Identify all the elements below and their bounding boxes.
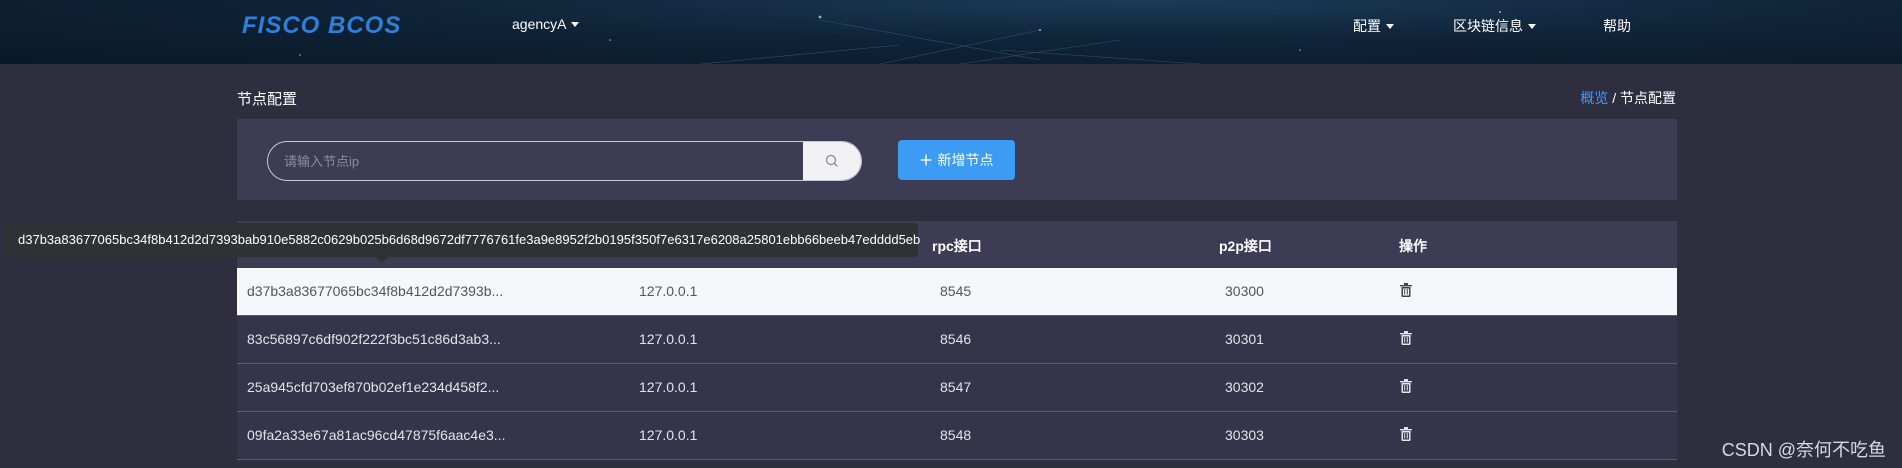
rpc-cell: 8548 <box>940 427 972 443</box>
caret-down-icon <box>1386 23 1394 29</box>
trash-icon[interactable] <box>1400 331 1412 345</box>
node-id-tooltip: d37b3a83677065bc34f8b412d2d7393bab910e58… <box>4 223 920 257</box>
caret-down-icon <box>571 21 580 27</box>
search-button[interactable] <box>803 142 861 180</box>
agency-label: agencyA <box>512 16 567 32</box>
top-navbar: FISCO BCOS agencyA 配置 区块链信息 帮助 <box>0 0 1902 64</box>
search-box <box>267 141 862 181</box>
add-node-button[interactable]: 新增节点 <box>898 140 1015 180</box>
search-input[interactable] <box>268 142 803 180</box>
trash-icon[interactable] <box>1400 283 1412 297</box>
node-id-cell[interactable]: 09fa2a33e67a81ac96cd47875f6aac4e3... <box>247 427 505 443</box>
table-row[interactable]: 83c56897c6df902f222f3bc51c86d3ab3... 127… <box>237 316 1677 364</box>
column-header-p2p: p2p接口 <box>1219 238 1272 254</box>
table-row[interactable]: 25a945cfd703ef870b02ef1e234d458f2... 127… <box>237 364 1677 412</box>
rpc-cell: 8545 <box>940 283 972 299</box>
chain-info-menu[interactable]: 区块链信息 <box>1453 16 1536 36</box>
ip-cell: 127.0.0.1 <box>639 427 698 443</box>
breadcrumb-separator: / <box>1612 90 1617 106</box>
p2p-cell: 30302 <box>1225 379 1264 395</box>
p2p-cell: 30300 <box>1225 283 1264 299</box>
config-menu[interactable]: 配置 <box>1353 16 1394 36</box>
breadcrumb: 概览 / 节点配置 <box>1580 88 1676 108</box>
ip-cell: 127.0.0.1 <box>639 379 698 395</box>
table-row[interactable]: d37b3a83677065bc34f8b412d2d7393b... 127.… <box>237 268 1677 316</box>
node-id-cell[interactable]: d37b3a83677065bc34f8b412d2d7393b... <box>247 283 503 299</box>
p2p-cell: 30301 <box>1225 331 1264 347</box>
search-icon <box>825 154 838 167</box>
help-menu-label: 帮助 <box>1603 18 1631 34</box>
caret-down-icon <box>1528 23 1536 29</box>
column-header-rpc: rpc接口 <box>932 238 982 254</box>
column-header-actions: 操作 <box>1399 238 1427 254</box>
help-menu[interactable]: 帮助 <box>1603 16 1631 36</box>
page-title: 节点配置 <box>237 91 298 108</box>
logo[interactable]: FISCO BCOS <box>242 12 401 40</box>
breadcrumb-overview-link[interactable]: 概览 <box>1580 90 1608 106</box>
chain-info-menu-label: 区块链信息 <box>1453 18 1523 34</box>
node-id-cell[interactable]: 83c56897c6df902f222f3bc51c86d3ab3... <box>247 331 501 347</box>
add-node-label: 新增节点 <box>937 152 994 168</box>
plus-icon <box>920 154 931 166</box>
p2p-cell: 30303 <box>1225 427 1264 443</box>
agency-dropdown[interactable]: agencyA <box>512 16 580 32</box>
rpc-cell: 8547 <box>940 379 972 395</box>
config-menu-label: 配置 <box>1353 18 1381 34</box>
table-row[interactable]: 09fa2a33e67a81ac96cd47875f6aac4e3... 127… <box>237 412 1677 460</box>
ip-cell: 127.0.0.1 <box>639 283 698 299</box>
watermark: CSDN @奈何不吃鱼 <box>1721 440 1886 460</box>
toolbar: 新增节点 <box>237 119 1677 200</box>
trash-icon[interactable] <box>1400 427 1412 441</box>
node-id-cell[interactable]: 25a945cfd703ef870b02ef1e234d458f2... <box>247 379 499 395</box>
rpc-cell: 8546 <box>940 331 972 347</box>
trash-icon[interactable] <box>1400 379 1412 393</box>
tooltip-arrow <box>376 257 388 263</box>
ip-cell: 127.0.0.1 <box>639 331 698 347</box>
breadcrumb-current: 节点配置 <box>1620 90 1676 106</box>
